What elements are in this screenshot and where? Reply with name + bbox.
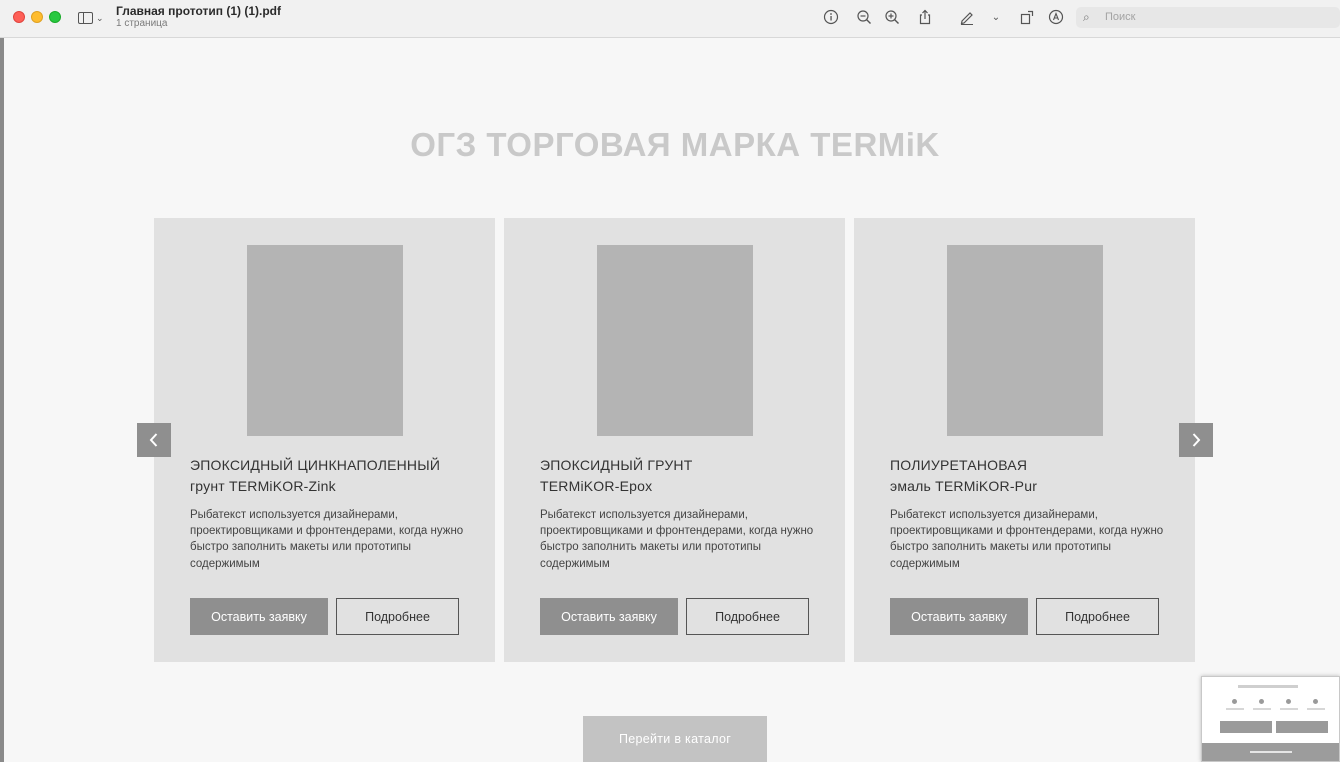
section-heading: ОГЗ ТОРГОВАЯ МАРКА TERMiK (410, 126, 940, 163)
chevron-right-icon (1192, 433, 1201, 447)
search-icon: ⌕ (1083, 10, 1090, 24)
info-icon[interactable] (822, 8, 840, 26)
thumbnail-dot (1259, 699, 1264, 704)
product-title-line: Полиуретановая (890, 457, 1028, 473)
search-placeholder: Поиск (1105, 11, 1136, 23)
window-toolbar: ⌄ Главная прототип (1) (1).pdf 1 страниц… (0, 0, 1340, 38)
product-image-placeholder (597, 245, 753, 436)
thumbnail-block (1220, 721, 1272, 733)
product-title: Полиуретановая эмаль TERMiKOR-Pur (890, 455, 1180, 497)
thumbnail-dot (1313, 699, 1318, 704)
thumbnail-heading (1238, 685, 1298, 688)
search-field[interactable]: ⌕ Поиск (1076, 7, 1340, 28)
zoom-out-icon[interactable] (855, 8, 873, 26)
carousel-prev-button[interactable] (137, 423, 171, 457)
zoom-in-icon[interactable] (883, 8, 901, 26)
request-button[interactable]: Оставить заявку (190, 598, 328, 635)
thumbnail-block (1276, 721, 1328, 733)
go-to-catalog-button[interactable]: Перейти в каталог (583, 716, 767, 762)
thumbnail-line (1226, 708, 1244, 710)
thumbnail-line (1307, 708, 1325, 710)
product-image-placeholder (947, 245, 1103, 436)
product-title: Эпоксидный грунт TERMiKOR-Epox (540, 455, 830, 497)
product-description: Рыбатекст используется дизайнерами, прое… (890, 509, 1164, 570)
thumbnail-dot (1286, 699, 1291, 704)
request-button[interactable]: Оставить заявку (890, 598, 1028, 635)
close-window-button[interactable] (13, 11, 25, 23)
product-description: Рыбатекст используется дизайнерами, прое… (190, 509, 464, 570)
zoom-window-button[interactable] (49, 11, 61, 23)
thumbnail-line (1253, 708, 1271, 710)
document-title: Главная прототип (1) (1).pdf (116, 4, 281, 18)
thumbnail-line (1250, 751, 1292, 753)
product-title-line: TERMiKOR-Epox (540, 478, 653, 494)
product-title-line: Эпоксидный грунт (540, 457, 693, 473)
product-image-placeholder (247, 245, 403, 436)
details-button[interactable]: Подробнее (1036, 598, 1159, 635)
carousel-next-button[interactable] (1179, 423, 1213, 457)
product-title-line: грунт TERMiKOR-Zink (190, 478, 336, 494)
request-button[interactable]: Оставить заявку (540, 598, 678, 635)
share-icon[interactable] (916, 8, 934, 26)
chevron-down-icon[interactable]: ⌄ (987, 8, 1005, 26)
chevron-down-icon: ⌄ (96, 12, 104, 23)
thumbnail-line (1280, 708, 1298, 710)
highlight-pen-icon[interactable] (958, 8, 976, 26)
minimize-window-button[interactable] (31, 11, 43, 23)
rotate-icon[interactable] (1018, 8, 1036, 26)
markup-icon[interactable] (1047, 8, 1065, 26)
product-card: Полиуретановая эмаль TERMiKOR-Pur Рыбате… (854, 218, 1195, 662)
product-card: Эпоксидный цинкнаполенный грунт TERMiKOR… (154, 218, 495, 662)
details-button[interactable]: Подробнее (686, 598, 809, 635)
chevron-left-icon (149, 433, 158, 447)
sidebar-icon (78, 12, 93, 24)
product-title-line: эмаль TERMiKOR-Pur (890, 478, 1038, 494)
sidebar-toggle-button[interactable]: ⌄ (78, 10, 108, 26)
document-page-count: 1 страница (116, 18, 168, 29)
product-title-line: Эпоксидный цинкнаполенный (190, 457, 441, 473)
product-description: Рыбатекст используется дизайнерами, прое… (540, 509, 814, 570)
page-thumbnail[interactable] (1201, 676, 1340, 762)
details-button[interactable]: Подробнее (336, 598, 459, 635)
product-card: Эпоксидный грунт TERMiKOR-Epox Рыбатекст… (504, 218, 845, 662)
thumbnail-dot (1232, 699, 1237, 704)
product-title: Эпоксидный цинкнаполенный грунт TERMiKOR… (190, 455, 480, 497)
